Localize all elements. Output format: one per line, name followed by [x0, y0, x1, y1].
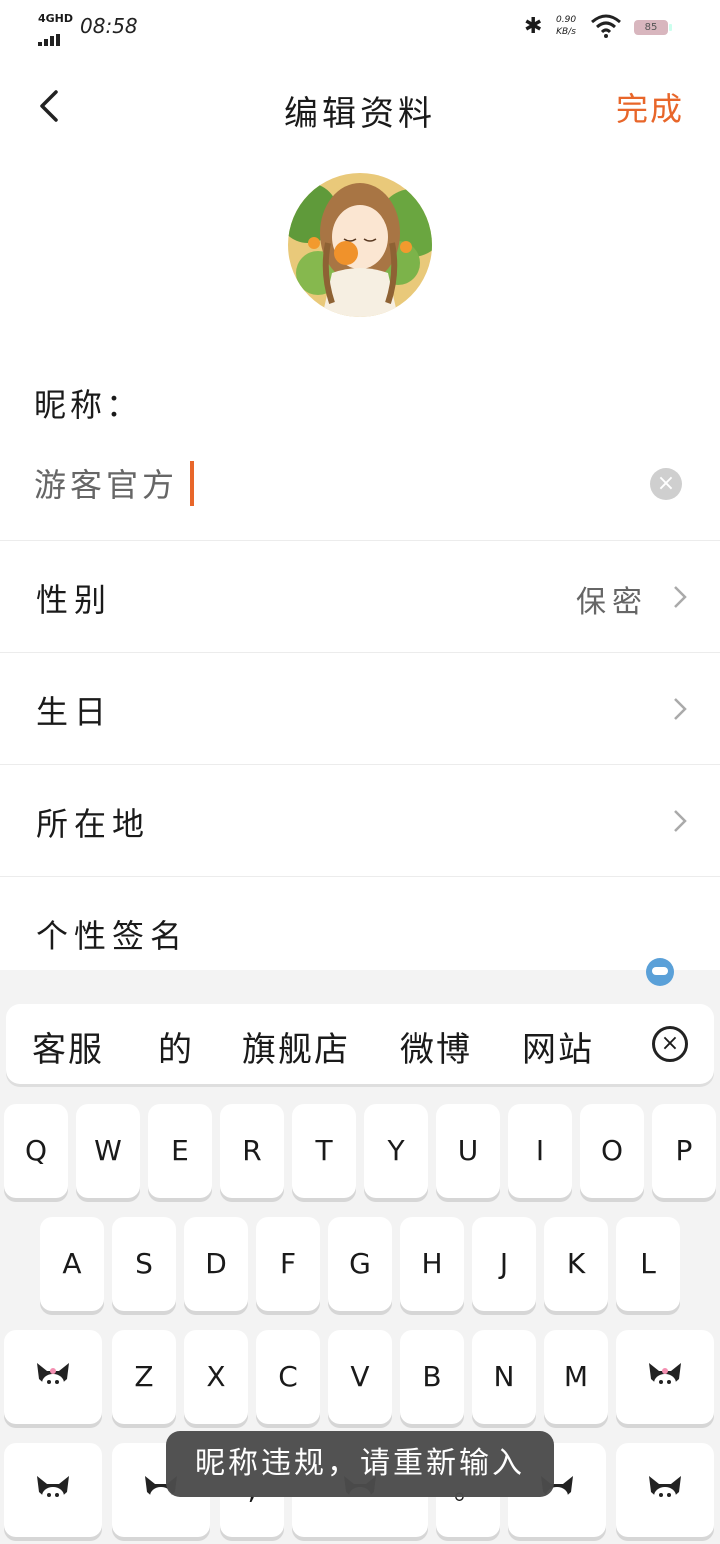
speed-value: 0.90: [556, 15, 577, 25]
network-speed: 0.90 KB/s: [556, 14, 576, 38]
key-u[interactable]: U: [436, 1104, 500, 1198]
key-a[interactable]: A: [40, 1217, 104, 1311]
speed-unit: KB/s: [556, 27, 576, 37]
error-toast: 昵称违规，请重新输入: [166, 1431, 554, 1497]
kuromi-icon: [37, 1363, 69, 1392]
key-g[interactable]: G: [328, 1217, 392, 1311]
key-q[interactable]: Q: [4, 1104, 68, 1198]
row-label: 生日: [36, 693, 113, 731]
enter-key[interactable]: [616, 1443, 714, 1537]
key-k[interactable]: K: [544, 1217, 608, 1311]
key-h[interactable]: H: [400, 1217, 464, 1311]
key-w[interactable]: W: [76, 1104, 140, 1198]
keyboard-mascot-icon[interactable]: [646, 958, 674, 986]
backspace-key[interactable]: [616, 1330, 714, 1424]
key-f[interactable]: F: [256, 1217, 320, 1311]
close-candidates-icon[interactable]: ×: [652, 1026, 688, 1062]
done-button[interactable]: 完成: [616, 84, 684, 130]
nickname-label: 昵称：: [34, 386, 143, 424]
row-label: 个性签名: [36, 917, 189, 955]
key-p[interactable]: P: [652, 1104, 716, 1198]
row-location[interactable]: 所在地: [0, 765, 720, 877]
avatar-image: [288, 173, 432, 317]
candidate-bar: 客服 的 旗舰店 微博 网站 ×: [6, 1004, 714, 1084]
page-title: 编辑资料: [284, 94, 436, 134]
row-birthday[interactable]: 生日: [0, 653, 720, 765]
key-s[interactable]: S: [112, 1217, 176, 1311]
key-r[interactable]: R: [220, 1104, 284, 1198]
chevron-right-icon: [674, 586, 687, 608]
shift-key[interactable]: [4, 1330, 102, 1424]
candidate-word[interactable]: 的: [158, 1022, 194, 1071]
key-v[interactable]: V: [328, 1330, 392, 1424]
key-m[interactable]: M: [544, 1330, 608, 1424]
network-type: 4GHD: [38, 12, 74, 25]
row-gender[interactable]: 性别 保密: [0, 541, 720, 653]
key-b[interactable]: B: [400, 1330, 464, 1424]
text-cursor: [190, 461, 194, 506]
row-label: 性别: [36, 581, 113, 619]
key-l[interactable]: L: [616, 1217, 680, 1311]
battery-icon: 85: [634, 20, 672, 35]
header: 编辑资料 完成: [0, 60, 720, 150]
key-c[interactable]: C: [256, 1330, 320, 1424]
kuromi-icon: [649, 1363, 681, 1392]
status-bar: 4GHD 08:58 ✱ 0.90 KB/s 85: [0, 0, 720, 56]
key-d[interactable]: D: [184, 1217, 248, 1311]
candidate-word[interactable]: 微博: [400, 1022, 472, 1071]
key-y[interactable]: Y: [364, 1104, 428, 1198]
nickname-input[interactable]: [34, 460, 594, 506]
key-t[interactable]: T: [292, 1104, 356, 1198]
key-j[interactable]: J: [472, 1217, 536, 1311]
key-o[interactable]: O: [580, 1104, 644, 1198]
row-label: 所在地: [36, 805, 151, 843]
chevron-right-icon: [674, 810, 687, 832]
key-e[interactable]: E: [148, 1104, 212, 1198]
avatar[interactable]: [288, 173, 432, 317]
clear-icon[interactable]: ×: [650, 468, 682, 500]
symbol-key[interactable]: [4, 1443, 102, 1537]
key-z[interactable]: Z: [112, 1330, 176, 1424]
signal-icon: [38, 27, 62, 46]
key-n[interactable]: N: [472, 1330, 536, 1424]
key-i[interactable]: I: [508, 1104, 572, 1198]
candidate-word[interactable]: 网站: [522, 1022, 594, 1071]
wifi-icon: [591, 14, 621, 38]
status-time: 08:58: [80, 14, 138, 38]
bluetooth-icon: ✱: [524, 14, 543, 39]
candidate-word[interactable]: 旗舰店: [242, 1022, 350, 1071]
key-x[interactable]: X: [184, 1330, 248, 1424]
candidate-word[interactable]: 客服: [32, 1022, 104, 1071]
chevron-right-icon: [674, 698, 687, 720]
kuromi-icon: [649, 1476, 681, 1505]
row-value: 保密: [576, 585, 648, 620]
kuromi-icon: [37, 1476, 69, 1505]
